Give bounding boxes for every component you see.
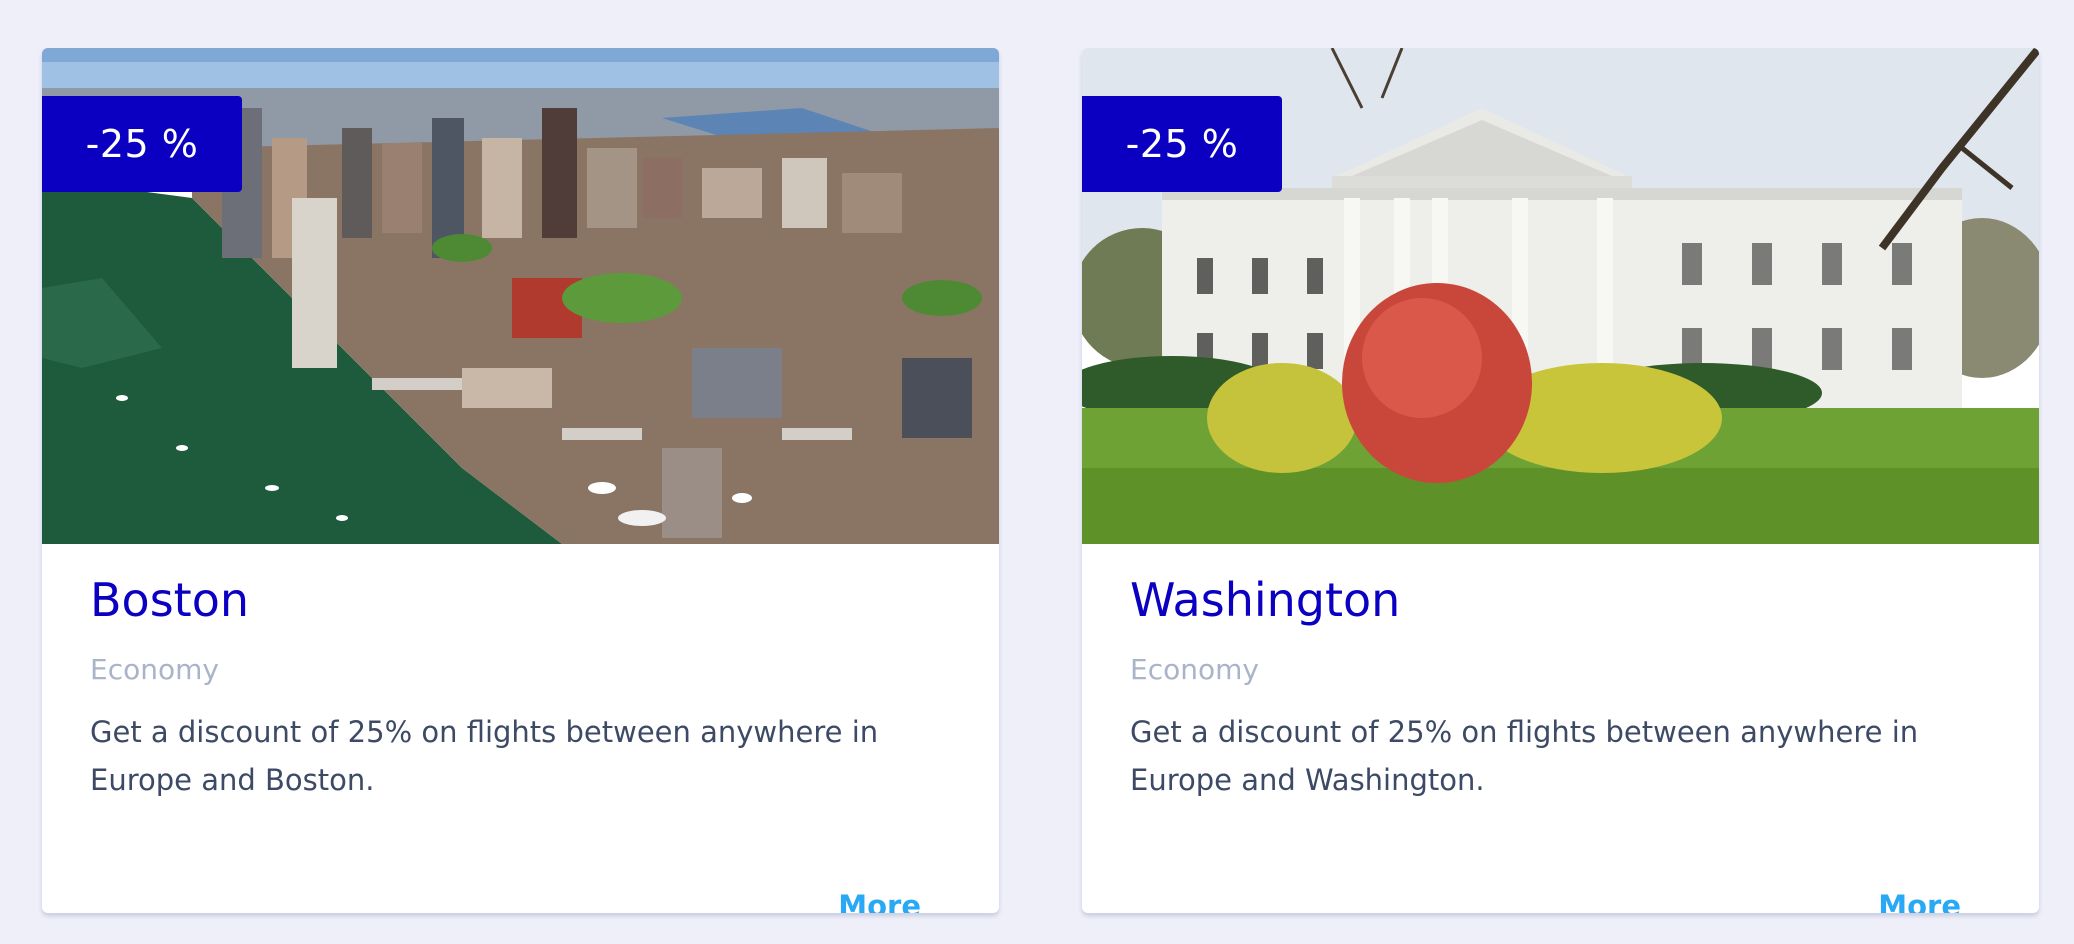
offer-card-washington[interactable]: -25 % Washington Economy Get a discount … xyxy=(1082,48,2039,913)
offer-card-boston[interactable]: -25 % Boston Economy Get a discount of 2… xyxy=(42,48,999,913)
card-title-city: Boston xyxy=(90,573,250,627)
card-description: Get a discount of 25% on flights between… xyxy=(1130,715,1919,797)
card-category: Economy xyxy=(90,653,219,686)
card-category: Economy xyxy=(1130,653,1259,686)
card-title-city: Washington xyxy=(1130,573,1401,627)
discount-badge: -25 % xyxy=(1082,96,1282,192)
more-link[interactable]: More xyxy=(838,886,921,913)
offer-card-grid: -25 % Boston Economy Get a discount of 2… xyxy=(0,0,2074,944)
card-description: Get a discount of 25% on flights between… xyxy=(90,715,879,797)
more-link[interactable]: More xyxy=(1878,886,1961,913)
discount-badge: -25 % xyxy=(42,96,242,192)
